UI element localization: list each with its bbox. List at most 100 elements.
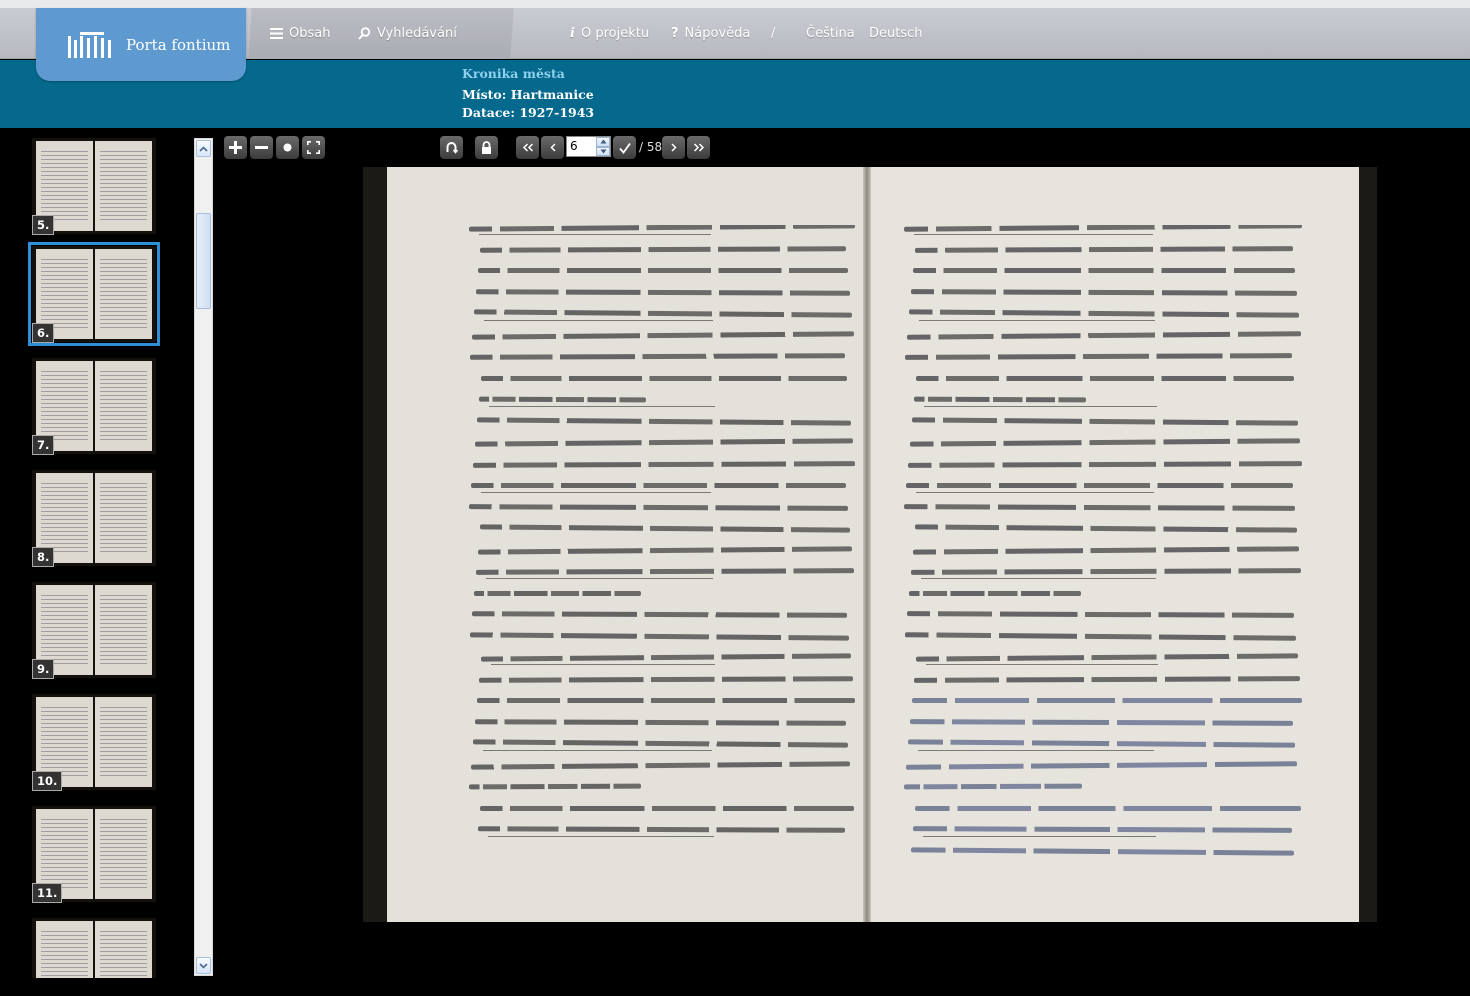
document-place: Místo: Hartmanice [462,87,594,102]
thumbnail-page[interactable]: 5. [32,138,156,235]
nav-search-label: Vyhledávání [377,26,457,41]
handwriting-line [473,309,853,318]
library-icon [68,31,111,58]
handwriting-line [916,375,1294,381]
scroll-up-button[interactable] [196,140,211,157]
handwriting-line [904,353,1293,360]
handwriting-line [911,416,1299,426]
handwriting-line [480,653,852,662]
plus-icon [229,141,242,154]
thumbnail-number: 11. [32,883,63,903]
chevron-right-icon [670,143,677,152]
search-icon [358,27,371,40]
chevron-up-icon [199,145,208,152]
nav-about[interactable]: i O projektu [570,8,649,59]
info-icon: i [570,26,575,41]
nav-contents[interactable]: Obsah [270,8,330,59]
handwriting-line [474,718,847,726]
handwriting-line [478,675,854,683]
rotate-button[interactable] [440,136,463,159]
underline-stroke [921,578,1156,579]
scroll-down-button[interactable] [196,957,211,974]
handwriting-line [479,245,847,253]
scroll-thumb[interactable] [196,213,211,309]
thumbnail-page[interactable]: 10. [32,694,156,791]
page-number-stepper[interactable] [596,137,610,156]
left-page [387,167,867,922]
handwriting-line [479,524,851,533]
thumbnail-number: 7. [32,435,55,455]
handwriting-line [478,396,646,403]
handwriting-line [469,503,849,511]
menu-icon [270,28,283,39]
handwriting-line [469,353,846,360]
thumbnail-page[interactable] [32,918,156,978]
thumbnail-page[interactable]: 11. [32,806,156,903]
underline-stroke [924,406,1157,407]
thumbnail-page[interactable]: 8. [32,470,156,567]
lock-button[interactable] [475,136,498,159]
fullscreen-button[interactable] [302,136,325,159]
underline-stroke [926,664,1158,665]
rotate-icon [446,142,458,154]
handwriting-line [913,675,1301,683]
language-german[interactable]: Deutsch [869,8,923,59]
handwriting-line [912,545,1300,555]
handwriting-line [472,460,855,468]
go-to-page-button[interactable] [613,136,636,159]
thumbnail-number: 8. [32,547,55,567]
document-scan[interactable] [363,167,1377,922]
caret-down-icon [600,149,606,154]
underline-stroke [486,578,714,579]
thumbnail-page-selected[interactable]: 6. [28,242,160,346]
nav-help[interactable]: ? Nápověda [671,8,750,59]
handwriting-line [914,524,1298,533]
handwriting-line [912,826,1293,833]
top-strip [0,0,1470,8]
nav-contents-label: Obsah [289,26,331,41]
handwriting-line [472,739,849,748]
zoom-out-button[interactable] [250,136,273,159]
handwriting-line [478,268,848,273]
underline-stroke [923,836,1157,837]
handwriting-line [908,309,1300,318]
reset-zoom-button[interactable] [276,136,299,159]
previous-page-button[interactable] [541,136,564,159]
handwriting-left [469,225,855,865]
zoom-in-button[interactable] [224,136,247,159]
handwriting-line [913,268,1295,273]
nav-search[interactable]: Vyhledávání [358,8,457,59]
thumbnail-page[interactable]: 7. [32,358,156,455]
next-page-button[interactable] [662,136,685,159]
thumbnail-page[interactable]: 9. [32,582,156,679]
logo[interactable]: Porta fontium [36,8,246,81]
underline-stroke [918,750,1155,751]
handwriting-line [904,225,1302,232]
language-czech[interactable]: Čeština [806,8,855,59]
page-up-button[interactable] [596,137,610,147]
handwriting-line [909,590,1082,596]
thumbnail-number: 10. [32,771,63,791]
underline-stroke [491,664,716,665]
dot-icon [283,143,292,152]
handwriting-line [470,760,851,770]
double-chevron-left-icon [522,143,533,152]
right-page [868,167,1359,922]
nav-about-label: O projektu [580,26,650,41]
handwriting-line [906,611,1295,618]
page-down-button[interactable] [596,146,610,156]
page-total: / 58 [639,140,663,154]
thumbnail-strip: 5. 6. 7. 8. 9. 10. 11. [0,128,192,978]
double-chevron-right-icon [693,143,704,152]
handwriting-line [915,805,1301,811]
handwriting-line [913,396,1086,403]
document-title[interactable]: Kronika města [462,66,565,81]
handwriting-line [469,783,642,790]
last-page-button[interactable] [687,136,710,159]
first-page-button[interactable] [516,136,539,159]
thumbnail-scrollbar[interactable] [194,138,213,976]
document-date: Datace: 1927-1943 [462,105,595,120]
handwriting-line [910,568,1302,575]
language-separator: / [771,26,776,41]
nav-help-label: Nápověda [684,26,751,41]
